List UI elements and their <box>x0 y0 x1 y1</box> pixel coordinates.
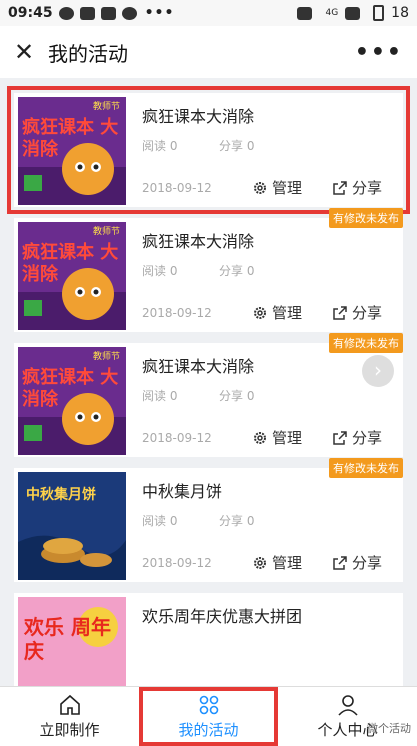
share-label: 分享 <box>352 179 383 197</box>
status-time: 09:45 <box>8 5 53 21</box>
thumbnail-text: 疯狂课本 大消除 <box>22 117 119 160</box>
unpublished-badge: 有修改未发布 <box>329 208 403 228</box>
activity-card[interactable]: 欢乐 周年庆 欢乐周年庆优惠大拼团 <box>14 593 403 686</box>
manage-button[interactable]: 管理 <box>252 427 302 448</box>
read-count: 阅读 0 <box>142 264 178 278</box>
home-icon <box>59 694 80 715</box>
activity-thumbnail[interactable]: 疯狂课本 大消除 教师节 <box>18 97 126 205</box>
activity-date: 2018-09-12 <box>142 431 212 445</box>
manage-button[interactable]: 管理 <box>252 177 302 198</box>
youtube-icon <box>79 6 95 20</box>
network-type: 4G <box>325 8 339 18</box>
watermark: 微个活动 <box>367 722 411 735</box>
gear-icon <box>254 556 266 569</box>
share-button[interactable]: 分享 <box>332 427 382 448</box>
manage-label: 管理 <box>272 429 303 447</box>
vibrate-icon <box>297 6 313 20</box>
share-button[interactable]: 分享 <box>332 552 382 573</box>
grid-icon <box>199 695 218 715</box>
read-count: 阅读 0 <box>142 514 178 528</box>
tab-profile[interactable]: 个人中心 <box>278 687 417 746</box>
thumbnail-text: 疯狂课本 大消除 <box>22 242 119 285</box>
activity-date: 2018-09-12 <box>142 556 212 570</box>
activity-title[interactable]: 中秋集月饼 <box>142 478 222 502</box>
thumbnail-text: 疯狂课本 大消除 <box>22 367 119 410</box>
chevron-right-icon[interactable]: › <box>362 355 394 387</box>
share-icon <box>333 305 347 320</box>
unpublished-badge: 有修改未发布 <box>329 333 403 353</box>
close-icon[interactable]: ✕ <box>14 38 44 66</box>
activity-card[interactable]: 疯狂课本 大消除 教师节 有修改未发布 疯狂课本大消除 阅读 0 分享 0 20… <box>14 333 403 457</box>
share-icon <box>333 430 347 445</box>
activity-card[interactable]: 中秋集月饼 有修改未发布 中秋集月饼 阅读 0 分享 0 2018-09-12 … <box>14 458 403 582</box>
thumbnail-text: 中秋集月饼 <box>26 487 96 503</box>
activity-thumbnail[interactable]: 欢乐 周年庆 <box>18 597 126 686</box>
share-label: 分享 <box>352 554 383 572</box>
page-title: 我的活动 <box>48 41 128 66</box>
share-label: 分享 <box>352 304 383 322</box>
activity-card[interactable]: 疯狂课本 大消除 教师节 疯狂课本大消除 阅读 0 分享 0 2018-09-1… <box>7 86 410 214</box>
gear-icon <box>254 181 266 194</box>
signal-icon <box>345 6 361 20</box>
share-label: 分享 <box>352 429 383 447</box>
activity-card[interactable]: 疯狂课本 大消除 教师节 有修改未发布 疯狂课本大消除 阅读 0 分享 0 20… <box>14 208 403 332</box>
activity-title[interactable]: 疯狂课本大消除 <box>142 103 254 127</box>
bottom-tab-bar: 立即制作 我的活动 个人中心 <box>0 686 417 746</box>
manage-label: 管理 <box>272 304 303 322</box>
manage-button[interactable]: 管理 <box>252 302 302 323</box>
gear-icon <box>254 431 266 444</box>
battery-level: 18 <box>391 5 409 21</box>
manage-button[interactable]: 管理 <box>252 552 302 573</box>
manage-label: 管理 <box>272 554 303 572</box>
thumbnail-tag: 教师节 <box>92 227 120 237</box>
share-button[interactable]: 分享 <box>332 302 382 323</box>
share-count: 分享 0 <box>219 139 255 153</box>
share-count: 分享 0 <box>219 514 255 528</box>
activity-title[interactable]: 疯狂课本大消除 <box>142 353 254 377</box>
tab-my-activities[interactable]: 我的活动 <box>139 687 278 746</box>
video-icon <box>100 6 116 20</box>
battery-icon <box>373 5 385 21</box>
weibo-icon <box>121 6 137 20</box>
thumbnail-text: 欢乐 周年庆 <box>24 615 111 663</box>
read-count: 阅读 0 <box>142 389 178 403</box>
share-count: 分享 0 <box>219 389 255 403</box>
status-bar: 09:45 ••• 4G 18 <box>0 0 417 26</box>
activity-thumbnail[interactable]: 中秋集月饼 <box>18 472 126 580</box>
activity-date: 2018-09-12 <box>142 306 212 320</box>
share-icon <box>333 555 347 570</box>
activity-title[interactable]: 疯狂课本大消除 <box>142 228 254 252</box>
activity-date: 2018-09-12 <box>142 181 212 195</box>
unpublished-badge: 有修改未发布 <box>329 458 403 478</box>
tab-label: 我的活动 <box>178 721 239 739</box>
share-icon <box>333 180 347 195</box>
activity-thumbnail[interactable]: 疯狂课本 大消除 教师节 <box>18 222 126 330</box>
message-icon <box>58 6 74 20</box>
status-more: ••• <box>144 5 175 21</box>
activity-title[interactable]: 欢乐周年庆优惠大拼团 <box>142 603 302 627</box>
share-count: 分享 0 <box>219 264 255 278</box>
user-icon <box>337 695 358 716</box>
thumbnail-tag: 教师节 <box>92 352 120 362</box>
tab-label: 立即制作 <box>39 721 100 739</box>
tab-create[interactable]: 立即制作 <box>0 687 139 746</box>
gear-icon <box>254 306 266 319</box>
thumbnail-tag: 教师节 <box>92 102 120 112</box>
manage-label: 管理 <box>272 179 303 197</box>
read-count: 阅读 0 <box>142 139 178 153</box>
title-bar: ✕ 我的活动 ••• <box>0 26 417 78</box>
more-menu-icon[interactable]: ••• <box>355 40 403 65</box>
activity-thumbnail[interactable]: 疯狂课本 大消除 教师节 <box>18 347 126 455</box>
activity-list[interactable]: 疯狂课本 大消除 教师节 疯狂课本大消除 阅读 0 分享 0 2018-09-1… <box>0 78 417 686</box>
share-button[interactable]: 分享 <box>332 177 382 198</box>
